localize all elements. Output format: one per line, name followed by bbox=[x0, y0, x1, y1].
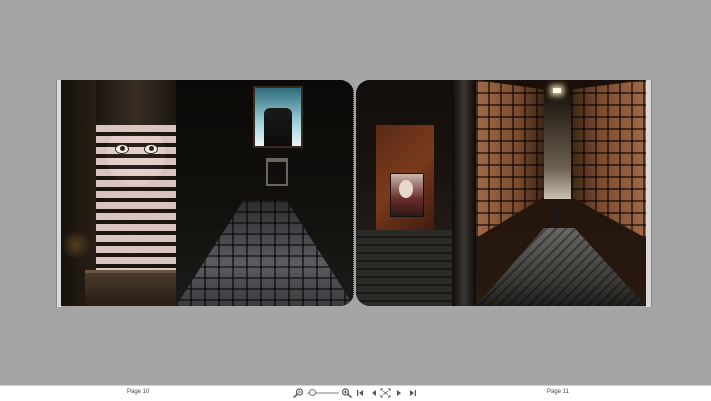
photo-corridor-end bbox=[544, 95, 571, 199]
book-viewer bbox=[0, 0, 711, 385]
photo-eye-left bbox=[115, 144, 129, 154]
right-page-photo[interactable] bbox=[356, 80, 646, 306]
zoom-slider-thumb[interactable] bbox=[309, 389, 316, 396]
next-page-icon[interactable] bbox=[395, 388, 403, 398]
right-page-number: Page 11 bbox=[547, 389, 569, 395]
previous-page-icon[interactable] bbox=[369, 388, 377, 398]
right-page-edge bbox=[646, 80, 652, 307]
last-page-icon[interactable] bbox=[408, 388, 417, 398]
book-spine-gutter bbox=[353, 82, 354, 304]
photo-poster-face bbox=[399, 180, 413, 198]
left-page-photo[interactable] bbox=[61, 80, 354, 306]
photo-people-silhouettes bbox=[264, 108, 292, 146]
photo-chair bbox=[266, 158, 288, 186]
photo-striped-column bbox=[96, 125, 176, 270]
bottom-toolbar: Page 10 Page 11 bbox=[0, 385, 711, 401]
left-page-number: Page 10 bbox=[127, 389, 150, 395]
zoom-out-icon[interactable] bbox=[292, 388, 304, 398]
fit-to-screen-icon[interactable] bbox=[379, 388, 391, 398]
photo-standing-figure bbox=[555, 208, 561, 226]
photo-column-base bbox=[85, 270, 188, 306]
zoom-in-icon[interactable] bbox=[341, 388, 353, 398]
photo-ceiling-lamp bbox=[553, 88, 561, 93]
photo-lamp-glow bbox=[61, 230, 91, 260]
photo-pillar bbox=[452, 80, 476, 306]
photo-eye-right bbox=[144, 144, 158, 154]
first-page-icon[interactable] bbox=[355, 388, 364, 398]
